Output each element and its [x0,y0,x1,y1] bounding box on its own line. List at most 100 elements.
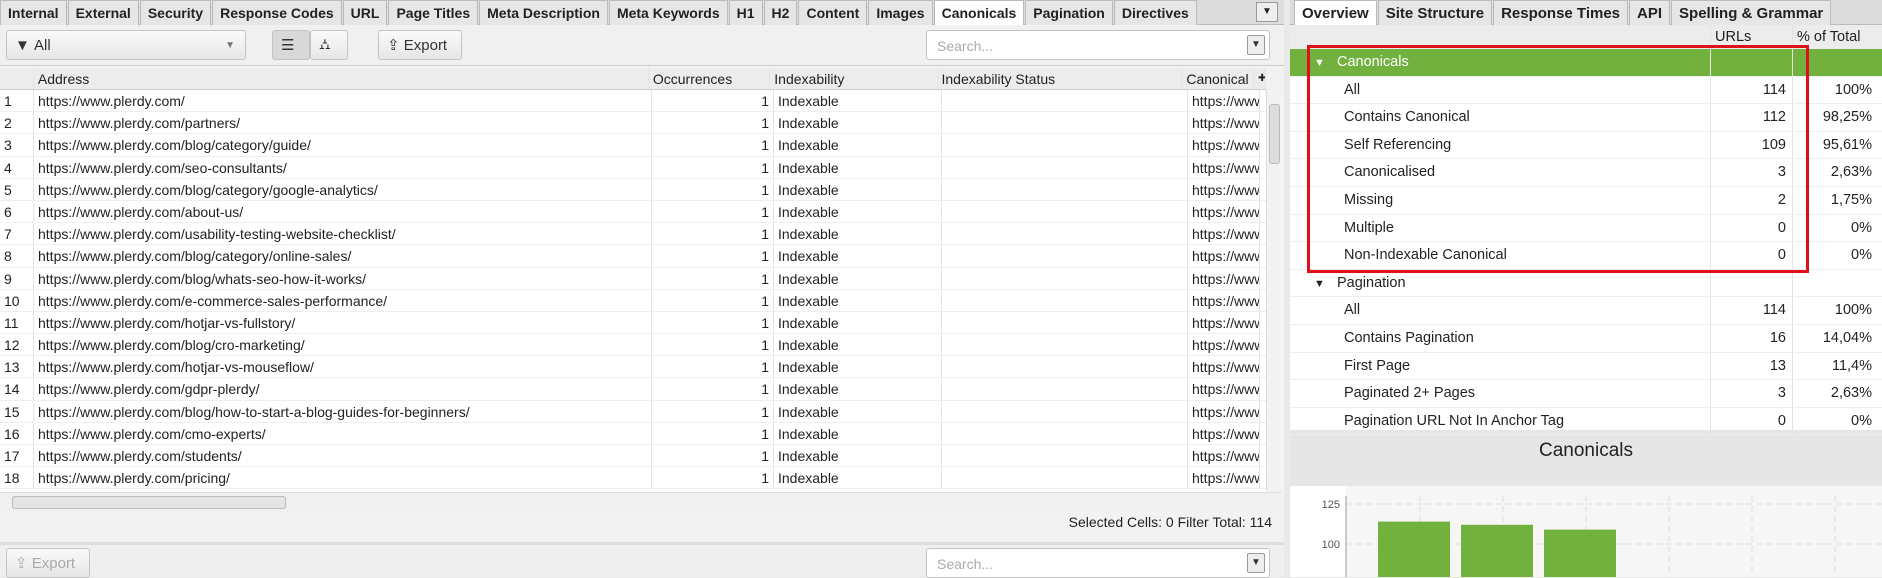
search-input[interactable]: Search... ▼ [926,30,1270,60]
table-row[interactable]: 14 https://www.plerdy.com/gdpr-plerdy/1 In… [0,378,1266,401]
filter-dropdown[interactable]: ▼ All ▼ [6,30,246,60]
table-row[interactable]: 12 https://www.plerdy.com/blog/cro-market… [0,334,1266,357]
table-row[interactable]: 1 https://www.plerdy.com/1 Indexable https:… [0,90,1266,113]
tab-pagination[interactable]: Pagination [1025,0,1113,25]
export-button[interactable]: ⇪ Export [378,30,462,60]
vertical-scrollbar[interactable] [1266,90,1282,492]
cell: 5 [0,178,34,200]
cell: Indexable [774,178,942,200]
overview-item[interactable]: First Page 13 11,4% [1290,352,1882,381]
group-canonicals[interactable]: ▼ Canonicals [1290,49,1882,77]
group-pagination[interactable]: ▼ Pagination [1290,269,1882,298]
cell: https://www [1188,311,1260,334]
bottom-search-input[interactable]: Search... ▼ [926,548,1270,578]
cell [942,356,1188,378]
item-pct: 2,63% [1792,380,1878,407]
add-column-icon[interactable]: ✚ [1254,68,1266,89]
tab-security[interactable]: Security [139,0,212,25]
tab-images[interactable]: Images [868,0,933,25]
cell: Indexable [774,334,942,356]
tab-canonicals[interactable]: Canonicals [933,0,1025,25]
tab-meta-description[interactable]: Meta Description [479,0,608,25]
cell: 1 [652,378,774,400]
collapse-icon[interactable]: ▼ [1314,57,1325,69]
overview-item[interactable]: Self Referencing 109 95,61% [1290,131,1882,160]
cell: 1 [652,422,774,444]
item-urls: 109 [1710,131,1792,159]
table-row[interactable]: 9 https://www.plerdy.com/blog/whats-seo-h… [0,267,1266,290]
table-row[interactable]: 13 https://www.plerdy.com/hotjar-vs-mouse… [0,356,1266,379]
overview-item[interactable]: Pagination URL Not In Anchor Tag 0 0% [1290,407,1882,436]
table-row[interactable]: 2 https://www.plerdy.com/partners/1 Indexa… [0,112,1266,135]
cell: 16 [0,422,34,444]
search-dropdown-icon[interactable]: ▼ [1247,553,1265,573]
tab-spelling-grammar[interactable]: Spelling & Grammar [1671,0,1832,25]
tab-content[interactable]: Content [798,0,868,25]
tab-page-titles[interactable]: Page Titles [388,0,479,25]
cell: https://www [1188,223,1260,245]
tab-response-times[interactable]: Response Times [1493,0,1629,25]
item-urls: 3 [1710,159,1792,186]
cell: Indexable [774,311,942,334]
tab-overview[interactable]: Overview [1294,0,1377,25]
item-pct: 0% [1792,242,1878,269]
table-row[interactable]: 5 https://www.plerdy.com/blog/category/go… [0,178,1266,201]
bottom-export-button[interactable]: ⇪ Export [6,548,90,578]
tab-site-structure[interactable]: Site Structure [1377,0,1493,25]
tab-directives[interactable]: Directives [1113,0,1197,25]
tab-external[interactable]: External [67,0,139,25]
cell: https://www.plerdy.com/blog/whats-seo-ho… [34,267,652,289]
table-row[interactable]: 15 https://www.plerdy.com/blog/how-to-sta… [0,400,1266,423]
tree-view-button[interactable]: ⛼ [310,30,348,60]
item-urls: 16 [1710,324,1792,352]
table-row[interactable]: 3 https://www.plerdy.com/blog/category/gu… [0,134,1266,157]
overview-item[interactable]: Contains Canonical 112 98,25% [1290,104,1882,132]
cell [942,400,1188,422]
more-tabs-dropdown[interactable]: ▼ [1256,2,1278,22]
table-row[interactable]: 8 https://www.plerdy.com/blog/category/on… [0,245,1266,268]
item-urls: 112 [1710,104,1792,131]
cell: https://www.plerdy.com/hotjar-vs-mousefl… [34,356,652,378]
item-pct: 14,04% [1792,324,1878,352]
list-view-button[interactable]: ☰ [272,30,310,60]
overview-item[interactable]: Non-Indexable Canonical 0 0% [1290,242,1882,270]
cell: Indexable [774,245,942,267]
cell: 1 [652,311,774,334]
tab-h2[interactable]: H2 [763,0,798,25]
table-row[interactable]: 10 https://www.plerdy.com/e-commerce-sale… [0,289,1266,312]
tab-response-codes[interactable]: Response Codes [212,0,342,25]
overview-item[interactable]: Missing 2 1,75% [1290,186,1882,215]
table-row[interactable]: 11 https://www.plerdy.com/hotjar-vs-fulls… [0,311,1266,335]
overview-item[interactable]: All 114 100% [1290,76,1882,105]
table-row[interactable]: 18 https://www.plerdy.com/pricing/1 Indexa… [0,467,1266,490]
cell: 1 [652,200,774,223]
item-label: All [1344,81,1361,98]
search-placeholder: Search... [937,38,994,54]
tab-h1[interactable]: H1 [728,0,763,25]
table-header[interactable]: Address Occurrences Indexability Indexabili… [0,68,1266,90]
table-row[interactable]: 6 https://www.plerdy.com/about-us/1 Indexa… [0,200,1266,224]
tab-url[interactable]: URL [342,0,388,25]
tab-meta-keywords[interactable]: Meta Keywords [608,0,728,25]
cell: https://www [1188,445,1260,467]
overview-item[interactable]: Contains Pagination 16 14,04% [1290,324,1882,353]
table-row[interactable]: 7 https://www.plerdy.com/usability-testin… [0,223,1266,246]
overview-item[interactable]: Paginated 2+ Pages 3 2,63% [1290,380,1882,408]
table-row[interactable]: 17 https://www.plerdy.com/students/1 Index… [0,445,1266,468]
table-row[interactable]: 16 https://www.plerdy.com/cmo-experts/1 In… [0,422,1266,445]
horizontal-scrollbar[interactable] [0,492,1282,512]
cell: 1 [652,178,774,200]
tab-internal[interactable]: Internal [0,0,67,25]
main-tab-bar: Internal External Security Response Codes UR… [0,0,1284,25]
overview-item[interactable]: All 114 100% [1290,297,1882,325]
search-dropdown-icon[interactable]: ▼ [1247,35,1265,55]
overview-item[interactable]: Multiple 0 0% [1290,214,1882,243]
cell: https://www.plerdy.com/students/ [34,445,652,467]
tab-api[interactable]: API [1629,0,1671,25]
item-pct: 1,75% [1792,186,1878,214]
overview-item[interactable]: Canonicalised 3 2,63% [1290,159,1882,187]
collapse-icon[interactable]: ▼ [1314,278,1325,290]
table-row[interactable]: 4 https://www.plerdy.com/seo-consultants/… [0,156,1266,179]
cell [942,445,1188,467]
cell: 9 [0,267,34,289]
